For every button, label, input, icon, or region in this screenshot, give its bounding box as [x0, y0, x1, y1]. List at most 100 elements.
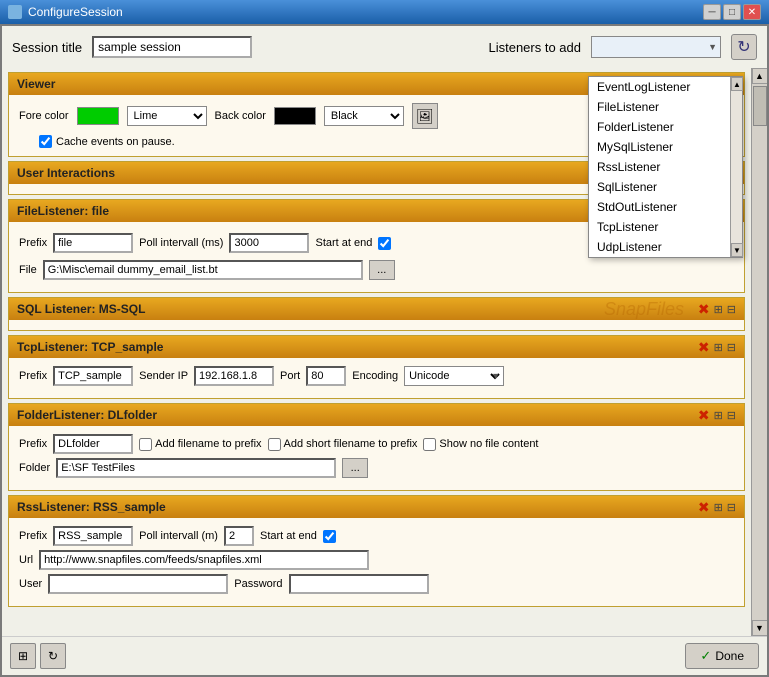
dropdown-scrollbar[interactable]: ▲ ▼	[730, 77, 742, 257]
dropdown-item-file[interactable]: FileListener	[589, 97, 730, 117]
top-bar: Session title Listeners to add ↻	[2, 26, 767, 68]
folder-listener-header[interactable]: FolderListener: DLfolder ✖ ⊞ ⊟	[9, 404, 744, 426]
tcp-listener-collapse-icon[interactable]: ⊟	[727, 341, 736, 354]
folder-listener-section: FolderListener: DLfolder ✖ ⊞ ⊟ Prefix	[8, 403, 745, 491]
file-prefix-input[interactable]	[53, 233, 133, 253]
listeners-dropdown: EventLogListener FileListener FolderList…	[588, 76, 743, 258]
rss-listener-expand-icon[interactable]: ⊞	[714, 501, 723, 514]
rss-poll-label: Poll intervall (m)	[139, 530, 218, 542]
bottom-btn-1[interactable]: ⊞	[10, 643, 36, 669]
rss-password-label: Password	[234, 578, 282, 590]
viewer-icon-btn[interactable]: 🖼	[412, 103, 438, 129]
folder-show-no-file-checkbox[interactable]	[423, 438, 436, 451]
dropdown-item-sql[interactable]: SqlListener	[589, 177, 730, 197]
scroll-down-button[interactable]: ▼	[752, 620, 768, 636]
dropdown-item-stdout[interactable]: StdOutListener	[589, 197, 730, 217]
tcp-encoding-label: Encoding	[352, 370, 398, 382]
sql-listener-expand-icon[interactable]: ⊞	[714, 303, 723, 316]
rss-start-checkbox[interactable]	[323, 530, 336, 543]
refresh-button[interactable]: ↻	[731, 34, 757, 60]
file-start-label: Start at end	[315, 237, 372, 249]
tcp-port-input[interactable]	[306, 366, 346, 386]
bottom-icon-2: ↻	[48, 649, 58, 663]
tcp-listener-delete-icon[interactable]: ✖	[698, 340, 710, 354]
back-color-box	[274, 107, 316, 125]
session-title-input[interactable]	[92, 36, 252, 58]
fore-color-combo[interactable]: Lime White Red	[127, 106, 207, 126]
rss-url-input[interactable]	[39, 550, 369, 570]
tcp-listener-section: TcpListener: TCP_sample ✖ ⊞ ⊟ Prefix Sen…	[8, 335, 745, 399]
scroll-up-button[interactable]: ▲	[752, 68, 768, 84]
maximize-button[interactable]: □	[723, 4, 741, 20]
window-title: ConfigureSession	[28, 5, 123, 19]
rss-listener-title: RssListener: RSS_sample	[17, 500, 166, 514]
dropdown-item-rss[interactable]: RssListener	[589, 157, 730, 177]
folder-path-label: Folder	[19, 462, 50, 474]
sql-listener-title: SQL Listener: MS-SQL	[17, 302, 145, 316]
folder-listener-body: Prefix Add filename to prefix Add short …	[9, 426, 744, 490]
dropdown-scroll-down[interactable]: ▼	[731, 243, 743, 257]
cache-events-label: Cache events on pause.	[56, 136, 175, 148]
file-prefix-label: Prefix	[19, 237, 47, 249]
folder-add-filename-checkbox[interactable]	[139, 438, 152, 451]
user-interactions-title: User Interactions	[17, 166, 115, 180]
tcp-listener-header[interactable]: TcpListener: TCP_sample ✖ ⊞ ⊟	[9, 336, 744, 358]
dropdown-item-folder[interactable]: FolderListener	[589, 117, 730, 137]
file-poll-input[interactable]	[229, 233, 309, 253]
tcp-encoding-combo-wrapper: Unicode UTF-8 ASCII	[404, 366, 504, 386]
close-button[interactable]: ✕	[743, 4, 761, 20]
sql-listener-delete-icon[interactable]: ✖	[698, 302, 710, 316]
listeners-label: Listeners to add	[488, 40, 581, 55]
sql-listener-header[interactable]: SQL Listener: MS-SQL SnapFiles ✖ ⊞ ⊟	[9, 298, 744, 320]
dropdown-scroll-track	[731, 91, 742, 243]
scrollbar[interactable]: ▲ ▼	[751, 68, 767, 636]
folder-prefix-input[interactable]	[53, 434, 133, 454]
file-browse-button[interactable]: ...	[369, 260, 395, 280]
bottom-btn-2[interactable]: ↻	[40, 643, 66, 669]
folder-listener-title: FolderListener: DLfolder	[17, 408, 157, 422]
tcp-listener-body: Prefix Sender IP Port Encoding Unicode U…	[9, 358, 744, 398]
app-icon	[8, 5, 22, 19]
folder-listener-delete-icon[interactable]: ✖	[698, 408, 710, 422]
rss-listener-delete-icon[interactable]: ✖	[698, 500, 710, 514]
viewer-title: Viewer	[17, 77, 55, 91]
folder-add-short-checkbox[interactable]	[268, 438, 281, 451]
done-button[interactable]: ✓ Done	[685, 643, 759, 669]
folder-add-short-label: Add short filename to prefix	[268, 438, 418, 451]
folder-listener-collapse-icon[interactable]: ⊟	[727, 409, 736, 422]
done-check-icon: ✓	[700, 648, 711, 664]
sql-listener-collapse-icon[interactable]: ⊟	[727, 303, 736, 316]
scroll-thumb[interactable]	[753, 86, 767, 126]
dropdown-item-eventlog[interactable]: EventLogListener	[589, 77, 730, 97]
file-listener-title: FileListener: file	[17, 204, 109, 218]
dropdown-item-mysql[interactable]: MySqlListener	[589, 137, 730, 157]
rss-poll-input[interactable]	[224, 526, 254, 546]
file-path-input[interactable]	[43, 260, 363, 280]
folder-path-input[interactable]	[56, 458, 336, 478]
dropdown-scroll-up[interactable]: ▲	[731, 77, 743, 91]
rss-password-input[interactable]	[289, 574, 429, 594]
tcp-encoding-combo[interactable]: Unicode UTF-8 ASCII	[404, 366, 504, 386]
dropdown-item-udp[interactable]: UdpListener	[589, 237, 730, 257]
rss-prefix-input[interactable]	[53, 526, 133, 546]
dropdown-item-tcp[interactable]: TcpListener	[589, 217, 730, 237]
tcp-sender-input[interactable]	[194, 366, 274, 386]
listeners-combo[interactable]	[591, 36, 721, 58]
back-color-combo[interactable]: Black White Blue	[324, 106, 404, 126]
folder-browse-button[interactable]: ...	[342, 458, 368, 478]
rss-listener-collapse-icon[interactable]: ⊟	[727, 501, 736, 514]
tcp-prefix-input[interactable]	[53, 366, 133, 386]
tcp-listener-title: TcpListener: TCP_sample	[17, 340, 163, 354]
file-start-checkbox[interactable]	[378, 237, 391, 250]
tcp-listener-expand-icon[interactable]: ⊞	[714, 341, 723, 354]
rss-prefix-label: Prefix	[19, 530, 47, 542]
rss-start-label: Start at end	[260, 530, 317, 542]
cache-events-checkbox[interactable]	[39, 135, 52, 148]
rss-user-label: User	[19, 578, 42, 590]
rss-listener-header[interactable]: RssListener: RSS_sample ✖ ⊞ ⊟	[9, 496, 744, 518]
minimize-button[interactable]: ─	[703, 4, 721, 20]
listeners-combo-wrapper	[591, 36, 721, 58]
rss-user-input[interactable]	[48, 574, 228, 594]
folder-add-filename-label: Add filename to prefix	[139, 438, 261, 451]
folder-listener-expand-icon[interactable]: ⊞	[714, 409, 723, 422]
